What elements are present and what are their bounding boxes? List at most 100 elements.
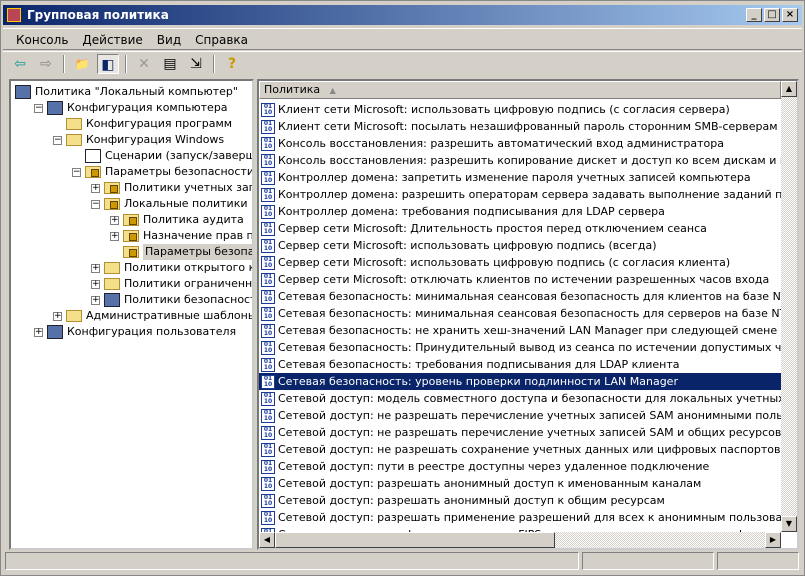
binary-policy-icon: 0110	[261, 374, 275, 389]
menu-action[interactable]: Действие	[75, 29, 149, 49]
policy-row[interactable]: 01 10 Сетевой доступ: пути в реестре досту…	[259, 458, 781, 475]
binary-policy-icon: 0110	[261, 204, 275, 219]
policy-row[interactable]: 01 10 Сетевой доступ: модель совместного д…	[259, 390, 781, 407]
menu-view[interactable]: Вид	[150, 29, 188, 49]
column-header-policy[interactable]: Политика ▲	[259, 81, 781, 99]
policy-row[interactable]: 01 10 Сервер сети Microsoft: отключать кли…	[259, 271, 781, 288]
status-bar-pane-1	[5, 552, 579, 570]
tree-node[interactable]: − Конфигурация Windows	[53, 132, 224, 148]
expand-icon[interactable]: +	[110, 215, 119, 225]
tree-node-label: Политики ограниченного использования про…	[124, 277, 253, 290]
menu-console[interactable]: Консоль	[9, 29, 75, 49]
scroll-up-button[interactable]: ▲	[781, 81, 797, 97]
horizontal-scrollbar[interactable]: ◀ ▶	[259, 532, 781, 548]
tree-node[interactable]: Конфигурация программ	[53, 116, 232, 132]
policy-row[interactable]: 01 10 Сетевая безопасность: минимальная се…	[259, 305, 781, 322]
delete-icon[interactable]: ✕	[133, 54, 155, 74]
collapse-icon[interactable]: −	[91, 199, 100, 209]
policy-row[interactable]: 01 10 Сервер сети Microsoft: использовать …	[259, 237, 781, 254]
policy-row[interactable]: 01 10 Контроллер домена: требования подпис…	[259, 203, 781, 220]
policy-row[interactable]: 01 10 Контроллер домена: запретить изменен…	[259, 169, 781, 186]
show-hide-tree-icon[interactable]: ◧	[97, 53, 119, 74]
expand-icon[interactable]: +	[53, 311, 62, 321]
tree-node[interactable]: Политика "Локальный компьютер"	[15, 84, 238, 100]
collapse-icon[interactable]: −	[34, 103, 43, 113]
close-button[interactable]: ×	[782, 8, 798, 22]
tree-node[interactable]: Сценарии (запуск/завершение)	[72, 148, 252, 164]
policy-row[interactable]: 01 10 Консоль восстановления: разрешить ав…	[259, 135, 781, 152]
policy-name: Сетевой доступ: разрешать применение раз…	[278, 511, 781, 524]
policy-row[interactable]: 01 10 Сетевая безопасность: не хранить хеш…	[259, 322, 781, 339]
policy-row[interactable]: 01 10 Сетевой доступ: не разрешать перечис…	[259, 424, 781, 441]
tree-node[interactable]: − Параметры безопасности	[72, 164, 252, 180]
window-title: Групповая политика	[27, 8, 169, 22]
up-folder-icon[interactable]: 📁	[71, 54, 93, 74]
policy-row[interactable]: 01 10 Сетевой доступ: разрешать анонимный …	[259, 475, 781, 492]
binary-policy-icon: 0110	[261, 391, 275, 406]
tree-node[interactable]: + Политика аудита	[110, 212, 244, 228]
policy-row[interactable]: 01 10 Сетевая безопасность: требования под…	[259, 356, 781, 373]
tree-node[interactable]: + Политики безопасности IP на "Локальный …	[91, 292, 252, 308]
folder-icon	[66, 134, 82, 146]
tree-node[interactable]: Параметры безопасности	[110, 244, 252, 260]
policy-row[interactable]: 01 10 Сетевой доступ: не разрешать перечис…	[259, 407, 781, 424]
tree-node[interactable]: + Назначение прав пользователя	[110, 228, 252, 244]
policy-row[interactable]: 01 10 Сетевая безопасность: минимальная се…	[259, 288, 781, 305]
collapse-icon[interactable]: −	[72, 167, 81, 177]
title-bar[interactable]: Групповая политика _ □ ×	[3, 5, 802, 25]
policy-row[interactable]: 01 10 Сетевой доступ: разрешать анонимный …	[259, 492, 781, 509]
policy-row[interactable]: 01 10 Сервер сети Microsoft: Длительность …	[259, 220, 781, 237]
policy-name: Сервер сети Microsoft: Длительность прос…	[278, 222, 707, 235]
tree-node[interactable]: + Политики открытого ключа	[91, 260, 252, 276]
export-list-icon[interactable]: ⇲	[185, 54, 207, 74]
policy-row[interactable]: 01 10 Консоль восстановления: разрешить ко…	[259, 152, 781, 169]
scroll-left-button[interactable]: ◀	[259, 532, 275, 548]
policy-row[interactable]: 01 10 Контроллер домена: разрешить операто…	[259, 186, 781, 203]
maximize-button[interactable]: □	[764, 8, 780, 22]
help-icon[interactable]: ?	[221, 54, 243, 74]
status-bar-pane-3	[717, 552, 799, 570]
expand-icon[interactable]: +	[91, 263, 100, 273]
expand-icon[interactable]: +	[91, 183, 100, 193]
policy-row[interactable]: 01 10 Сетевой доступ: разрешать применение…	[259, 509, 781, 526]
policy-list[interactable]: 01 10 Клиент сети Microsoft: использовать …	[257, 79, 799, 550]
tree-node[interactable]: + Конфигурация пользователя	[34, 324, 236, 340]
tree-node[interactable]: + Административные шаблоны	[53, 308, 252, 324]
binary-policy-icon: 0110	[261, 408, 275, 423]
horizontal-scroll-thumb[interactable]	[275, 532, 555, 548]
collapse-icon[interactable]: −	[53, 135, 62, 145]
forward-arrow-icon[interactable]: ⇨	[35, 54, 57, 74]
scroll-down-button[interactable]: ▼	[781, 516, 797, 532]
console-tree[interactable]: Политика "Локальный компьютер" − Конфигура…	[9, 79, 254, 550]
policy-icon	[15, 85, 31, 99]
toolbar: ⇦ ⇨ 📁 ◧ ✕ ▤ ⇲ ?	[3, 51, 802, 75]
policy-row[interactable]: 01 10 Сервер сети Microsoft: использовать …	[259, 254, 781, 271]
expand-icon[interactable]: +	[91, 279, 100, 289]
vertical-scrollbar[interactable]: ▲ ▼	[781, 81, 797, 532]
policy-row[interactable]: 01 10 Сетевая безопасность: уровень провер…	[259, 373, 781, 390]
tree-node[interactable]: + Политики учетных записей	[91, 180, 252, 196]
policy-name: Консоль восстановления: разрешить автома…	[278, 137, 724, 150]
properties-icon[interactable]: ▤	[159, 54, 181, 74]
policy-name: Сервер сети Microsoft: отключать клиенто…	[278, 273, 770, 286]
policy-name: Сервер сети Microsoft: использовать цифр…	[278, 239, 657, 252]
policy-row[interactable]: 01 10 Клиент сети Microsoft: использовать …	[259, 101, 781, 118]
policy-row[interactable]: 01 10 Клиент сети Microsoft: посылать неза…	[259, 118, 781, 135]
tree-node[interactable]: − Конфигурация компьютера	[34, 100, 228, 116]
expand-icon[interactable]: +	[34, 327, 43, 337]
expand-icon[interactable]: +	[110, 231, 119, 241]
menu-help[interactable]: Справка	[188, 29, 255, 49]
expand-icon[interactable]: +	[91, 295, 100, 305]
binary-policy-icon: 0110	[261, 476, 275, 491]
policy-row[interactable]: 01 10 Сетевая безопасность: Принудительный…	[259, 339, 781, 356]
policy-row[interactable]: 01 10 Сетевой доступ: не разрешать сохране…	[259, 441, 781, 458]
group-policy-window: Групповая политика _ □ × Консоль Действи…	[0, 0, 805, 576]
minimize-button[interactable]: _	[746, 8, 762, 22]
back-arrow-icon[interactable]: ⇦	[9, 54, 31, 74]
binary-policy-icon: 0110	[261, 323, 275, 338]
scroll-right-button[interactable]: ▶	[765, 532, 781, 548]
toolbar-separator	[63, 54, 65, 73]
tree-node[interactable]: − Локальные политики	[91, 196, 248, 212]
tree-node[interactable]: + Политики ограниченного использования пр…	[91, 276, 253, 292]
policy-name: Консоль восстановления: разрешить копиро…	[278, 154, 781, 167]
